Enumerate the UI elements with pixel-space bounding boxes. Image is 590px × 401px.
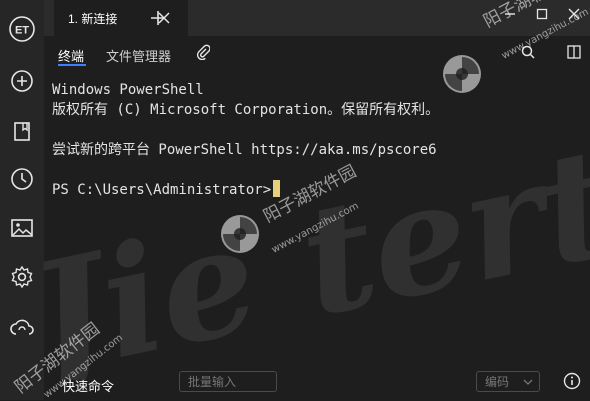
bottom-bar: 快速命令 编码	[44, 370, 590, 400]
active-tab-indicator	[58, 64, 86, 66]
batch-input-field[interactable]	[179, 371, 277, 392]
cloud-sync-icon[interactable]	[8, 313, 36, 341]
quick-commands-button[interactable]: 快速命令	[62, 376, 114, 395]
terminal-output[interactable]: Windows PowerShell 版权所有 (C) Microsoft Cor…	[52, 80, 584, 360]
new-tab-icon[interactable]	[148, 8, 168, 28]
svg-text:ET: ET	[15, 25, 29, 37]
search-icon[interactable]	[520, 44, 536, 60]
paperclip-icon[interactable]	[195, 44, 211, 60]
tab-title: 1. 新连接	[68, 11, 118, 26]
sub-tabs: 终端 文件管理器	[44, 36, 590, 70]
image-icon[interactable]	[8, 214, 36, 242]
terminal-line: 尝试新的跨平台 PowerShell https://aka.ms/pscore…	[52, 142, 437, 158]
info-circle-icon[interactable]	[562, 371, 582, 391]
terminal-cursor	[273, 180, 281, 197]
gear-icon[interactable]	[8, 263, 36, 291]
tab-terminal[interactable]: 终端	[58, 46, 84, 65]
prompt-text: PS C:\Users\Administrator>	[52, 182, 272, 198]
prompt-line: PS C:\Users\Administrator>	[52, 180, 584, 200]
bookmark-icon[interactable]	[8, 117, 36, 145]
minimize-icon[interactable]	[494, 0, 526, 28]
chevron-down-icon	[523, 379, 533, 385]
plus-circle-icon[interactable]	[8, 67, 36, 95]
et-logo-icon[interactable]: ET	[8, 15, 36, 43]
window-controls	[494, 0, 590, 28]
tab-file-manager[interactable]: 文件管理器	[106, 46, 171, 65]
encoding-label: 编码	[485, 375, 510, 389]
sidebar: ET	[0, 0, 44, 400]
terminal-line: 版权所有 (C) Microsoft Corporation。保留所有权利。	[52, 102, 440, 118]
terminal-line: Windows PowerShell	[52, 82, 204, 98]
clock-icon[interactable]	[8, 165, 36, 193]
split-view-icon[interactable]	[566, 44, 582, 60]
encoding-select[interactable]: 编码	[476, 371, 540, 392]
tab-bar: 1. 新连接	[44, 0, 590, 36]
maximize-icon[interactable]	[526, 0, 558, 28]
window-close-icon[interactable]	[558, 0, 590, 28]
